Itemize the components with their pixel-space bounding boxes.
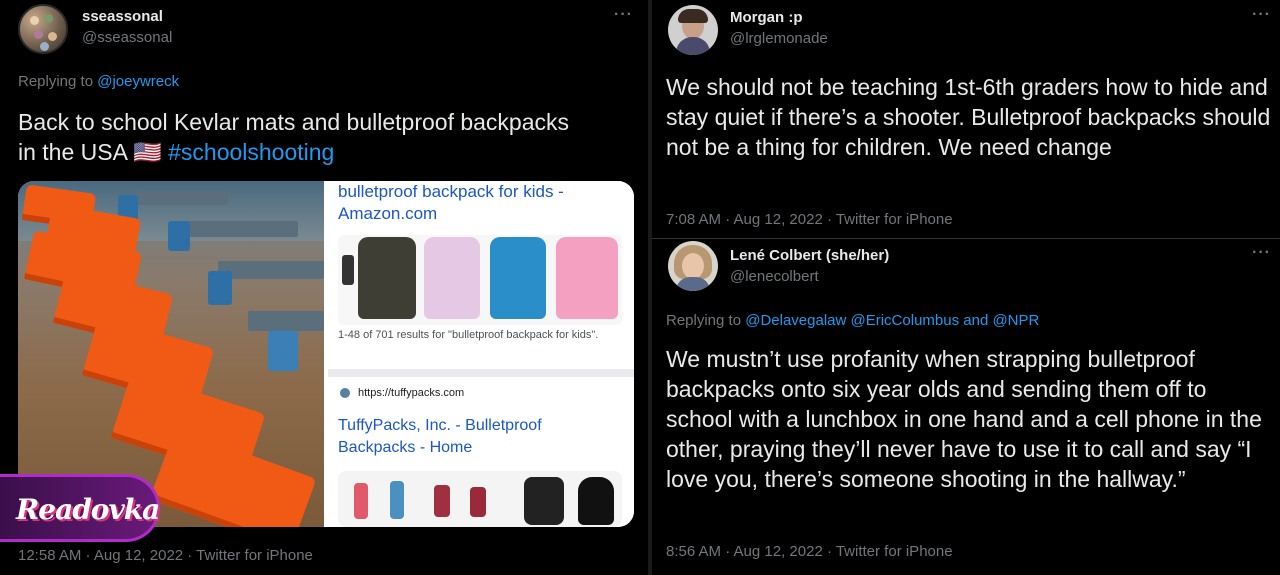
replying-to: Replying to @joeywreck [18,73,179,90]
display-name[interactable]: Lené Colbert (she/her) [730,247,889,264]
display-name[interactable]: sseassonal [82,8,163,25]
search-result-title: bulletproof backpack for kids - Amazon.c… [338,182,564,223]
right-tweets: Morgan :p @lrglemonade ··· We should not… [652,0,1280,575]
replying-prefix: Replying to [666,312,742,329]
site-favicon-icon [340,388,350,398]
tweet-timestamp[interactable]: 12:58 AM · Aug 12, 2022 · Twitter for iP… [18,547,313,564]
tweet-separator [652,238,1280,239]
user-handle[interactable]: @sseassonal [82,29,172,46]
user-handle[interactable]: @lenecolbert [730,268,819,285]
tweet-timestamp[interactable]: 7:08 AM · Aug 12, 2022 · Twitter for iPh… [666,211,953,228]
search-result-count: 1-48 of 701 results for "bulletproof bac… [338,329,599,341]
product-thumbnails [338,471,622,527]
avatar[interactable] [18,4,68,54]
tweet-text: We should not be teaching 1st-6th grader… [666,74,1271,160]
tweet-text: We mustn’t use profanity when strapping … [666,346,1262,492]
search-results-screenshot: bulletproof backpack for kids - Amazon.c… [328,181,634,527]
display-name[interactable]: Morgan :p [730,9,803,26]
replying-to: Replying to @Delavegalaw @EricColumbus a… [666,312,1039,329]
tweet-text-line: in the USA 🇺🇸 #schoolshooting [18,137,638,167]
tweet-text: Back to school Kevlar mats and bulletpro… [18,107,638,167]
replying-to-link[interactable]: @Delavegalaw @EricColumbus and @NPR [745,312,1039,329]
more-options-icon[interactable]: ··· [614,6,633,24]
avatar[interactable] [668,5,718,55]
tweet-text-prefix: in the USA 🇺🇸 [18,139,169,165]
more-options-icon[interactable]: ··· [1252,244,1271,262]
left-tweet: sseassonal @sseassonal ··· Replying to @… [0,0,648,575]
more-options-icon[interactable]: ··· [1252,6,1271,24]
readovka-watermark: Readovka [0,474,160,542]
replying-to-link[interactable]: @joeywreck [97,73,179,90]
hashtag-link[interactable]: #schoolshooting [168,139,334,165]
tweet-text-line: Back to school Kevlar mats and bulletpro… [18,109,570,135]
avatar[interactable] [668,241,718,291]
replying-prefix: Replying to [18,73,94,90]
tweet-timestamp[interactable]: 8:56 AM · Aug 12, 2022 · Twitter for iPh… [666,543,953,560]
search-result-title: TuffyPacks, Inc. - Bulletproof Backpacks… [338,417,542,456]
search-result-url: https://tuffypacks.com [358,387,465,399]
user-handle[interactable]: @lrglemonade [730,30,828,47]
watermark-text: Readovka [16,493,160,526]
